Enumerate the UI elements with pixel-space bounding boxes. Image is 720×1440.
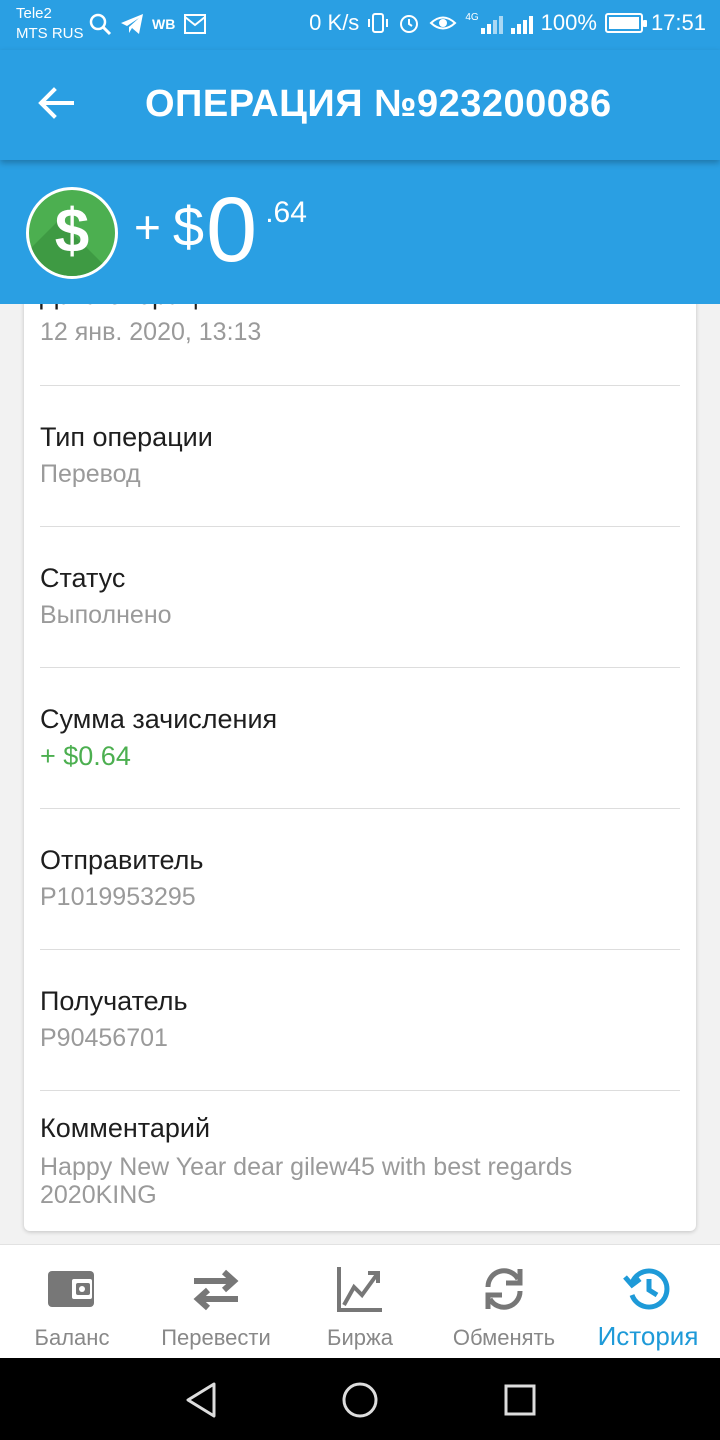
detail-value: Выполнено xyxy=(40,601,172,629)
amount-sign: + xyxy=(134,201,161,253)
telegram-icon xyxy=(121,14,143,34)
nav-label: Обменять xyxy=(452,1325,556,1350)
carrier-name-2: MTS RUS xyxy=(16,25,84,42)
nav-label: Баланс xyxy=(34,1325,110,1350)
app-bar: ОПЕРАЦИЯ №923200086 xyxy=(0,50,720,160)
signal-4g-icon: 4G xyxy=(465,12,503,34)
detail-label: Тип операции xyxy=(40,422,213,452)
nav-balance[interactable]: Баланс xyxy=(0,1245,144,1358)
amount-fraction: .64 xyxy=(265,196,307,229)
history-icon xyxy=(623,1268,670,1310)
alarm-icon xyxy=(400,15,419,33)
amount-currency: $ xyxy=(172,195,205,258)
divider xyxy=(40,808,680,809)
network-speed: 0 K/s xyxy=(309,10,360,35)
nav-exchange-market[interactable]: Биржа xyxy=(288,1245,432,1358)
battery-icon xyxy=(604,13,647,33)
vibrate-icon xyxy=(368,13,389,33)
detail-label: Сумма зачисления xyxy=(40,704,278,734)
system-back-icon[interactable] xyxy=(182,1380,222,1420)
nav-history[interactable]: История xyxy=(576,1245,720,1358)
carrier-name-1: Tele2 xyxy=(16,5,52,22)
wb-icon: WB xyxy=(152,16,176,32)
status-bar: Tele2 MTS RUS WB 0 K/s 4G 100% 17:51 xyxy=(0,0,720,50)
detail-value: Happy New Year dear gilew45 with best re… xyxy=(40,1153,680,1209)
nav-transfer[interactable]: Перевести xyxy=(144,1245,288,1358)
divider xyxy=(40,526,680,527)
detail-credit-amount: Сумма зачисления + $0.64 xyxy=(40,702,680,772)
divider xyxy=(40,1090,680,1091)
search-icon xyxy=(89,13,112,36)
comment-line-2: 2020KING xyxy=(40,1181,157,1209)
nav-swap[interactable]: Обменять xyxy=(432,1245,576,1358)
detail-label: Отправитель xyxy=(40,845,204,875)
eye-comfort-icon xyxy=(429,16,457,30)
nav-label: Биржа xyxy=(327,1325,393,1350)
amount-display: + $ 0 .64 xyxy=(134,182,307,278)
wallet-icon xyxy=(48,1271,94,1307)
nav-label: История xyxy=(597,1321,699,1351)
operation-details-card: Дата операции 12 янв. 2020, 13:13 Тип оп… xyxy=(24,270,696,1231)
transfer-arrows-icon xyxy=(193,1269,239,1311)
divider xyxy=(40,949,680,950)
system-indicators: 0 K/s 4G 100% 17:51 xyxy=(309,10,706,36)
detail-value: Перевод xyxy=(40,460,141,488)
amount-header: $ + $ 0 .64 xyxy=(0,160,720,304)
detail-sender: Отправитель P1019953295 xyxy=(40,843,680,913)
nav-label: Перевести xyxy=(161,1325,271,1350)
bottom-navigation: Баланс Перевести Биржа Обменять История xyxy=(0,1244,720,1358)
detail-recipient: Получатель P90456701 xyxy=(40,984,680,1054)
back-arrow-icon[interactable] xyxy=(36,83,76,123)
chart-icon xyxy=(337,1267,382,1312)
notification-icons: WB xyxy=(88,12,207,36)
comment-line-1: Happy New Year dear gilew45 with best re… xyxy=(40,1153,573,1181)
page-title: ОПЕРАЦИЯ №923200086 xyxy=(145,83,612,125)
battery-percent: 100% xyxy=(540,10,597,35)
system-recents-icon[interactable] xyxy=(500,1380,540,1420)
carrier-info: Tele2 MTS RUS xyxy=(16,4,84,44)
clock: 17:51 xyxy=(650,10,706,35)
detail-value: + $0.64 xyxy=(40,741,131,771)
exchange-icon xyxy=(485,1268,523,1310)
amount-integer: 0 xyxy=(206,179,258,281)
divider xyxy=(40,667,680,668)
detail-comment: Комментарий Happy New Year dear gilew45 … xyxy=(40,1111,680,1209)
divider xyxy=(40,385,680,386)
mail-icon xyxy=(184,14,207,34)
detail-value: P90456701 xyxy=(40,1024,168,1052)
detail-label: Статус xyxy=(40,563,126,593)
detail-value: 12 янв. 2020, 13:13 xyxy=(40,318,262,346)
detail-type: Тип операции Перевод xyxy=(40,420,680,490)
system-home-icon[interactable] xyxy=(340,1380,380,1420)
detail-value: P1019953295 xyxy=(40,883,196,911)
dollar-coin-icon: $ xyxy=(26,187,118,279)
system-navigation-bar xyxy=(0,1358,720,1440)
detail-label: Получатель xyxy=(40,986,188,1016)
detail-label: Комментарий xyxy=(40,1113,211,1143)
signal-icon xyxy=(510,12,533,34)
detail-status: Статус Выполнено xyxy=(40,561,680,631)
